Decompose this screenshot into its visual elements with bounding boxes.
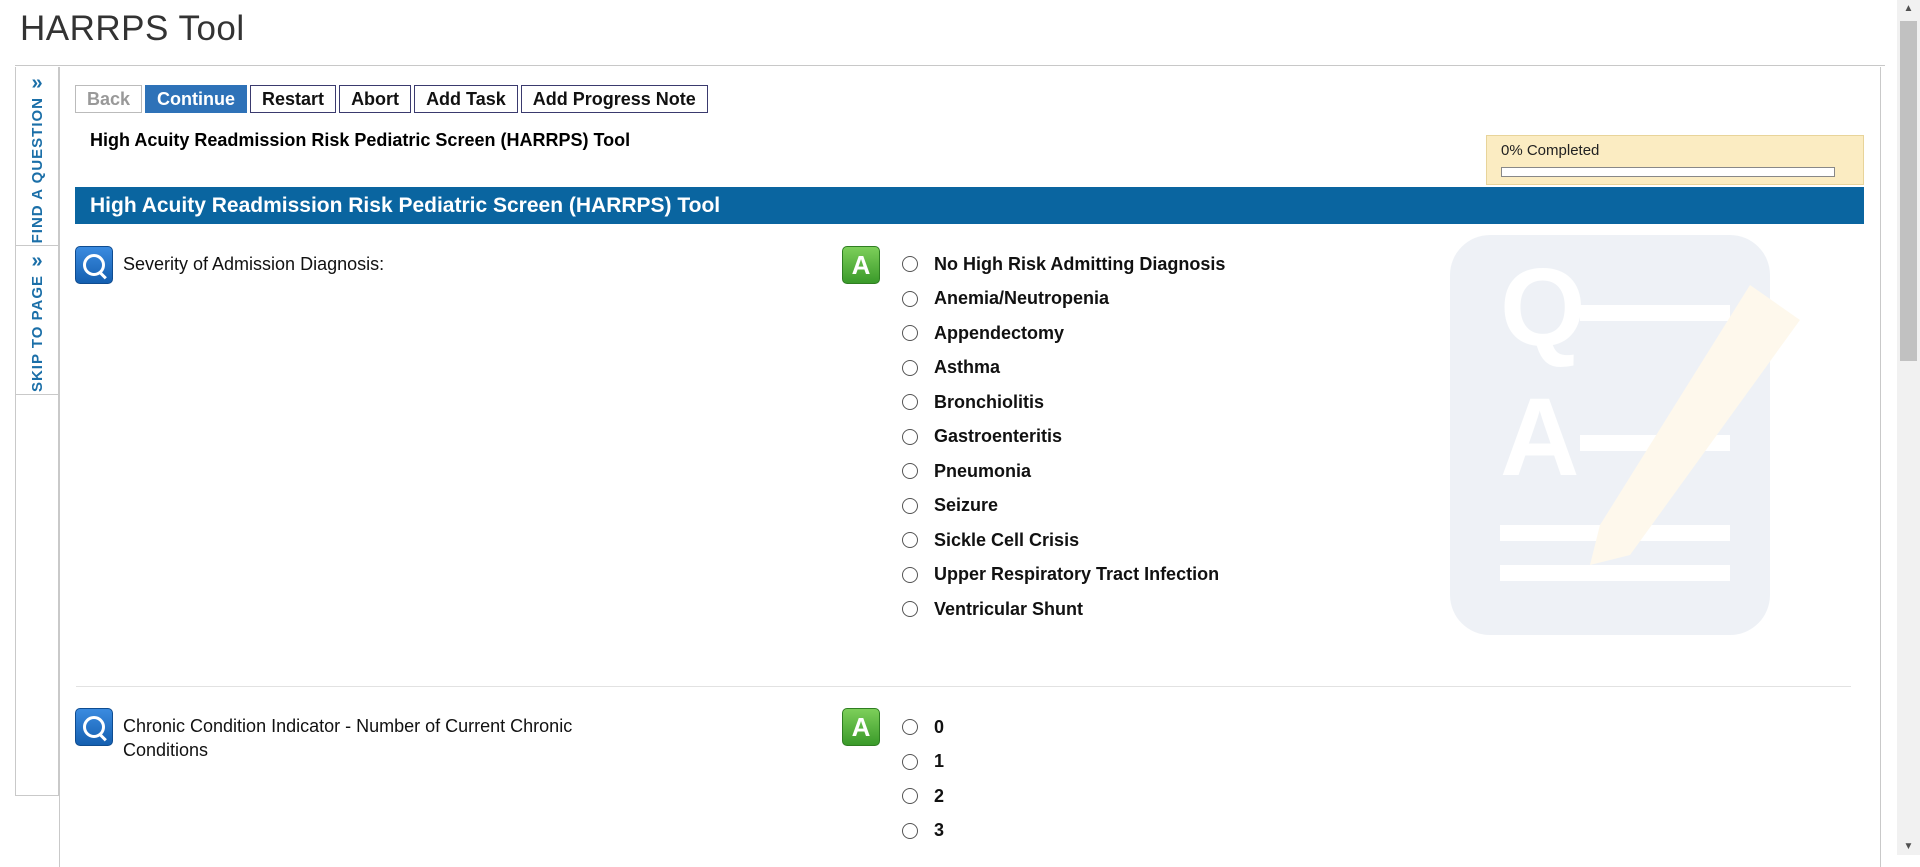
option-label: No High Risk Admitting Diagnosis	[934, 253, 1226, 274]
form-title: High Acuity Readmission Risk Pediatric S…	[90, 130, 631, 150]
scroll-down-icon[interactable]: ▼	[1897, 838, 1920, 855]
radio-button[interactable]	[902, 463, 918, 480]
scroll-up-icon[interactable]: ▲	[1897, 0, 1920, 17]
option-radio[interactable]: Asthma	[902, 351, 1225, 386]
option-label: Upper Respiratory Tract Infection	[934, 564, 1220, 585]
radio-button[interactable]	[902, 566, 918, 583]
option-radio[interactable]: Gastroenteritis	[902, 420, 1225, 455]
svg-text:A: A	[1500, 376, 1579, 499]
answer-icon: A	[842, 708, 880, 746]
skip-to-page-tab[interactable]: » SKIP TO PAGE	[16, 245, 58, 395]
radio-button[interactable]	[902, 256, 918, 273]
option-label: Sickle Cell Crisis	[934, 529, 1080, 550]
option-label: 2	[934, 785, 945, 806]
radio-button[interactable]	[902, 359, 918, 376]
radio-button[interactable]	[902, 822, 918, 839]
main-panel: Back Continue Restart Abort Add Task Add…	[59, 67, 1881, 867]
qa-watermark-icon: Q A	[1450, 235, 1800, 635]
option-label: Bronchiolitis	[934, 391, 1045, 412]
progress-bar	[1501, 167, 1835, 177]
radio-button[interactable]	[902, 325, 918, 342]
question-1-options: No High Risk Admitting Diagnosis Anemia/…	[902, 247, 1225, 627]
side-tabs: » FIND A QUESTION » SKIP TO PAGE	[15, 67, 59, 796]
option-radio[interactable]: Sickle Cell Crisis	[902, 523, 1225, 558]
option-radio[interactable]: 0	[902, 710, 944, 745]
option-label: 0	[934, 716, 945, 737]
question-1-text: Severity of Admission Diagnosis:	[123, 254, 385, 274]
restart-button[interactable]: Restart	[250, 85, 337, 113]
option-radio[interactable]: 1	[902, 745, 944, 780]
find-a-question-label: FIND A QUESTION	[28, 97, 46, 244]
option-radio[interactable]: Bronchiolitis	[902, 385, 1225, 420]
radio-button[interactable]	[902, 601, 918, 618]
option-label: Anemia/Neutropenia	[934, 288, 1110, 309]
back-button[interactable]: Back	[75, 85, 143, 113]
option-radio[interactable]: Ventricular Shunt	[902, 592, 1225, 627]
question-icon	[75, 708, 113, 746]
title-divider	[15, 65, 1885, 66]
option-radio[interactable]: Anemia/Neutropenia	[902, 282, 1225, 317]
option-radio[interactable]: No High Risk Admitting Diagnosis	[902, 247, 1225, 282]
option-label: Gastroenteritis	[934, 426, 1063, 447]
question-2-options: 0 1 2 3	[902, 710, 944, 848]
option-label: 1	[934, 751, 945, 772]
double-chevron-right-icon: »	[31, 250, 43, 272]
abort-button[interactable]: Abort	[339, 85, 412, 113]
radio-button[interactable]	[902, 290, 918, 307]
question-icon	[75, 246, 113, 284]
add-task-button[interactable]: Add Task	[414, 85, 518, 113]
section-header: High Acuity Readmission Risk Pediatric S…	[75, 187, 1864, 224]
progress-indicator: 0% Completed	[1486, 135, 1864, 185]
answer-icon: A	[842, 246, 880, 284]
app-title: HARRPS Tool	[20, 9, 245, 48]
question-2-text-line-1: Chronic Condition Indicator - Number of …	[123, 716, 573, 736]
option-label: Appendectomy	[934, 322, 1065, 343]
radio-button[interactable]	[902, 719, 918, 736]
progress-label: 0% Completed	[1501, 142, 1600, 159]
find-a-question-tab[interactable]: » FIND A QUESTION	[16, 67, 58, 246]
radio-button[interactable]	[902, 394, 918, 411]
skip-to-page-label: SKIP TO PAGE	[28, 275, 46, 393]
option-radio[interactable]: Upper Respiratory Tract Infection	[902, 558, 1225, 593]
radio-button[interactable]	[902, 428, 918, 445]
question-divider	[76, 686, 1851, 687]
option-label: Ventricular Shunt	[934, 598, 1084, 619]
option-radio[interactable]: Seizure	[902, 489, 1225, 524]
radio-button[interactable]	[902, 532, 918, 549]
option-radio[interactable]: 3	[902, 814, 944, 849]
scrollbar-thumb[interactable]	[1900, 21, 1917, 361]
double-chevron-right-icon: »	[31, 72, 43, 94]
continue-button[interactable]: Continue	[145, 85, 248, 113]
option-radio[interactable]: 2	[902, 779, 944, 814]
vertical-scrollbar[interactable]: ▲ ▼	[1897, 0, 1920, 855]
option-label: Asthma	[934, 357, 1001, 378]
question-2-text-line-2: Conditions	[123, 740, 209, 760]
radio-button[interactable]	[902, 497, 918, 514]
option-label: 3	[934, 820, 945, 841]
option-radio[interactable]: Pneumonia	[902, 454, 1225, 489]
question-2-text: Chronic Condition Indicator - Number of …	[123, 714, 572, 762]
option-radio[interactable]: Appendectomy	[902, 316, 1225, 351]
option-label: Pneumonia	[934, 460, 1032, 481]
radio-button[interactable]	[902, 788, 918, 805]
radio-button[interactable]	[902, 753, 918, 770]
toolbar: Back Continue Restart Abort Add Task Add…	[75, 85, 708, 113]
svg-text:Q: Q	[1500, 246, 1586, 369]
add-progress-note-button[interactable]: Add Progress Note	[520, 85, 708, 113]
option-label: Seizure	[934, 495, 999, 516]
